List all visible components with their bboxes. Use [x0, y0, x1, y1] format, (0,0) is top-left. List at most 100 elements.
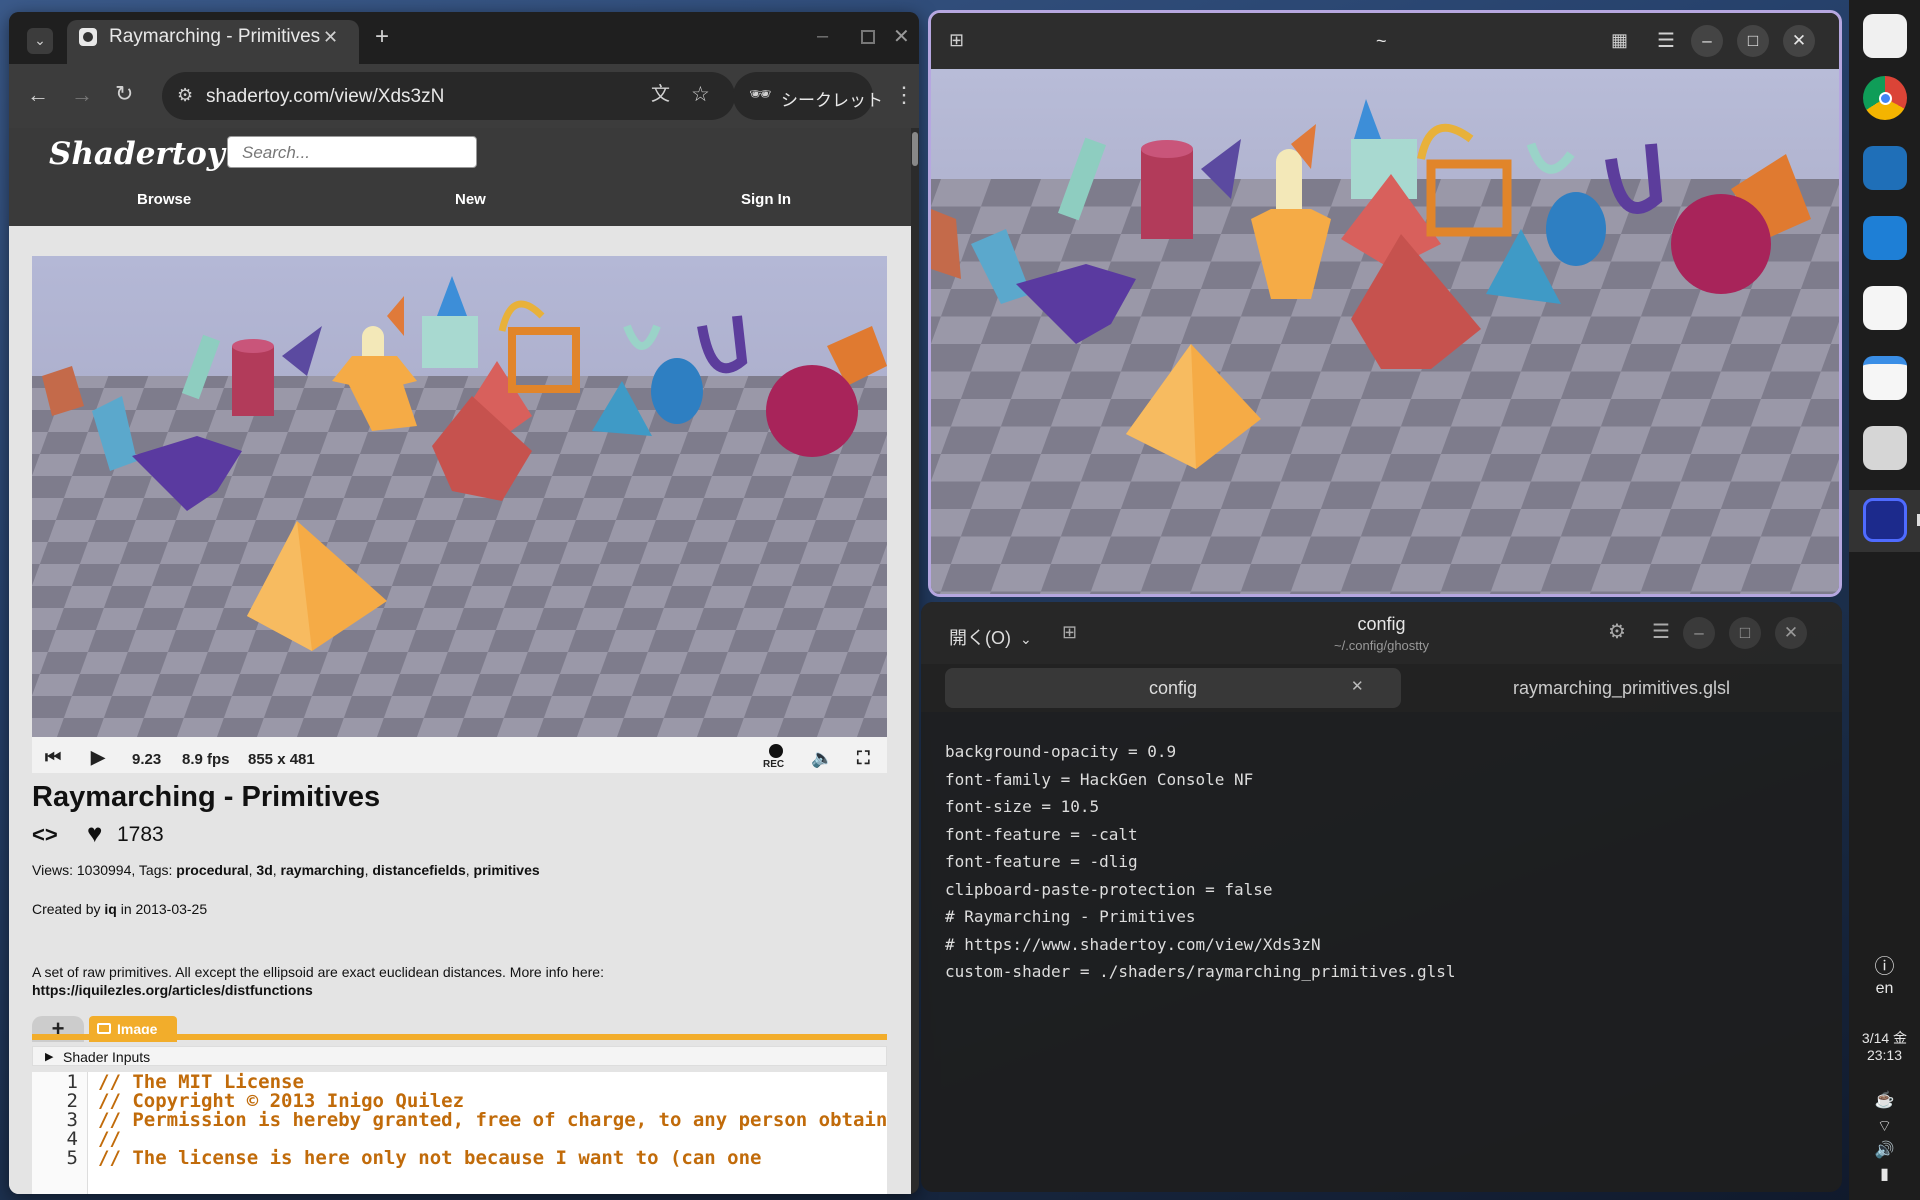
fullscreen-icon[interactable]: ⛶ [857, 748, 870, 769]
clock-date[interactable]: 3/14 金 [1849, 1028, 1920, 1048]
incognito-label: シークレット [781, 91, 883, 110]
caffeine-icon[interactable]: ☕ [1849, 1090, 1920, 1110]
web-page: Shadertoy Search... Browse New Sign In ⏮… [9, 128, 911, 1194]
author-link[interactable]: iq [104, 901, 116, 917]
tag-link[interactable]: distancefields [372, 862, 465, 878]
shader-viewer-window: ⊞ ~ ▦ ☰ – □ ✕ [928, 10, 1842, 597]
hamburger-menu-icon[interactable]: ☰ [1657, 31, 1675, 51]
bookmark-star-icon[interactable]: ☆ [691, 84, 710, 105]
site-info-icon[interactable]: ⚙ [177, 86, 193, 104]
nav-browse[interactable]: Browse [137, 191, 191, 208]
battery-icon[interactable]: ▮ [1849, 1164, 1920, 1184]
volume-icon[interactable]: 🔈 [811, 748, 833, 769]
created-date: 2013-03-25 [135, 901, 208, 917]
app-icon[interactable] [1863, 286, 1907, 330]
text-line: font-family = HackGen Console NF [945, 769, 1254, 789]
shader-inputs-toggle[interactable]: Shader Inputs [32, 1046, 887, 1066]
shadertoy-logo[interactable]: Shadertoy [49, 136, 225, 172]
tab-strip: ⌄ Raymarching - Primitives ✕ + – ✕ [9, 12, 919, 64]
record-label: REC [763, 759, 785, 770]
menu-kebab-icon[interactable]: ⋮ [893, 84, 915, 106]
tab-search-button[interactable]: ⌄ [27, 28, 53, 54]
viewer-titlebar: ⊞ ~ ▦ ☰ – □ ✕ [931, 13, 1839, 69]
tag-link[interactable]: raymarching [281, 862, 365, 878]
vscode-icon[interactable] [1863, 216, 1907, 260]
rewind-icon[interactable]: ⏮ [45, 747, 61, 768]
editor-text-area[interactable]: background-opacity = 0.9 font-family = Ha… [945, 738, 1456, 986]
forward-icon[interactable]: → [71, 84, 93, 106]
tab-label: raymarching_primitives.glsl [1512, 678, 1731, 698]
player-resolution: 855 x 481 [248, 751, 315, 768]
volume-icon[interactable]: 🔊 [1849, 1140, 1920, 1160]
nav-new[interactable]: New [455, 191, 486, 208]
input-language[interactable]: en [1849, 980, 1920, 998]
scroll-thumb[interactable] [912, 132, 918, 166]
settings-gear-icon[interactable]: ⚙ [1608, 622, 1626, 642]
url-text[interactable]: shadertoy.com/view/Xds3zN [206, 86, 444, 108]
close-window-icon[interactable]: ✕ [893, 27, 910, 47]
tags-label: Tags: [138, 862, 173, 878]
shader-canvas[interactable] [32, 256, 887, 737]
nav-sign-in[interactable]: Sign In [741, 191, 791, 208]
text-line: background-opacity = 0.9 [945, 742, 1177, 761]
created-by: Created by iq in 2013-03-25 [32, 901, 207, 917]
shader-render [931, 69, 1839, 594]
maximize-icon[interactable]: □ [1737, 25, 1769, 57]
new-tab-icon[interactable]: + [375, 25, 389, 49]
shader-title: Raymarching - Primitives [32, 781, 381, 813]
play-icon[interactable]: ▶ [91, 747, 105, 768]
player-time: 9.23 [132, 751, 162, 768]
close-icon[interactable]: ✕ [1783, 25, 1815, 57]
text-line: font-feature = -dlig [945, 852, 1138, 871]
reload-icon[interactable]: ↻ [115, 83, 133, 105]
browser-window: ⌄ Raymarching - Primitives ✕ + – ✕ ← → ↻… [9, 12, 919, 1194]
code-editor[interactable]: 1// The MIT License 2// Copyright © 2013… [32, 1072, 887, 1194]
like-count: 1783 [117, 823, 164, 846]
created-in: in [120, 901, 132, 917]
minimize-icon[interactable]: – [817, 26, 828, 46]
clock-time[interactable]: 23:13 [1849, 1047, 1920, 1063]
shader-description: A set of raw primitives. All except the … [32, 964, 604, 980]
activities-layout-icon[interactable] [1863, 14, 1907, 58]
tag-link[interactable]: procedural [176, 862, 248, 878]
minimize-icon[interactable]: – [1683, 617, 1715, 649]
code-line: 3// Permission is hereby granted, free o… [66, 1109, 887, 1131]
editor-tabs: config ✕ raymarching_primitives.glsl [921, 664, 1842, 712]
tag-link[interactable]: 3d [256, 862, 272, 878]
tab-glsl[interactable]: raymarching_primitives.glsl [1401, 668, 1842, 708]
close-tab-icon[interactable]: ✕ [1351, 679, 1364, 694]
maximize-icon[interactable] [861, 30, 875, 44]
maximize-icon[interactable]: □ [1729, 617, 1761, 649]
new-tab-box-icon[interactable]: ⊞ [949, 31, 964, 49]
search-input[interactable]: Search... [227, 136, 477, 168]
shader-render-large [931, 69, 1839, 594]
created-prefix: Created by [32, 901, 101, 917]
wifi-icon[interactable]: ⌔ [1849, 1116, 1920, 1136]
grid-view-icon[interactable]: ▦ [1611, 31, 1628, 49]
shader-render [32, 256, 887, 737]
distfunctions-link[interactable]: https://iquilezles.org/articles/distfunc… [32, 982, 313, 998]
like-heart-icon[interactable]: ♥ [87, 818, 102, 849]
close-icon[interactable]: ✕ [1775, 617, 1807, 649]
close-tab-icon[interactable]: ✕ [323, 28, 338, 46]
info-icon[interactable]: ⓘ [1849, 950, 1920, 979]
kodi-icon[interactable] [1863, 146, 1907, 190]
hamburger-menu-icon[interactable]: ☰ [1652, 622, 1670, 642]
translate-icon[interactable]: 文 [651, 85, 670, 104]
chrome-center-icon [1879, 92, 1892, 105]
files-icon[interactable] [1863, 426, 1907, 470]
record-icon[interactable] [769, 744, 783, 758]
incognito-icon: 🕶 [749, 84, 772, 104]
page-scrollbar[interactable] [911, 128, 919, 1194]
viewer-title: ~ [1376, 31, 1387, 51]
text-editor-icon[interactable] [1863, 356, 1907, 400]
monitor-icon [97, 1023, 111, 1034]
ghostty-icon[interactable] [1863, 498, 1907, 542]
code-toggle-icon[interactable]: <> [32, 822, 58, 848]
minimize-icon[interactable]: – [1691, 25, 1723, 57]
tag-link[interactable]: primitives [474, 862, 540, 878]
code-line: 5// The license is here only not because… [66, 1147, 762, 1169]
back-icon[interactable]: ← [27, 84, 49, 106]
tab-label: config [1148, 678, 1198, 698]
tab-config[interactable]: config [945, 668, 1401, 708]
